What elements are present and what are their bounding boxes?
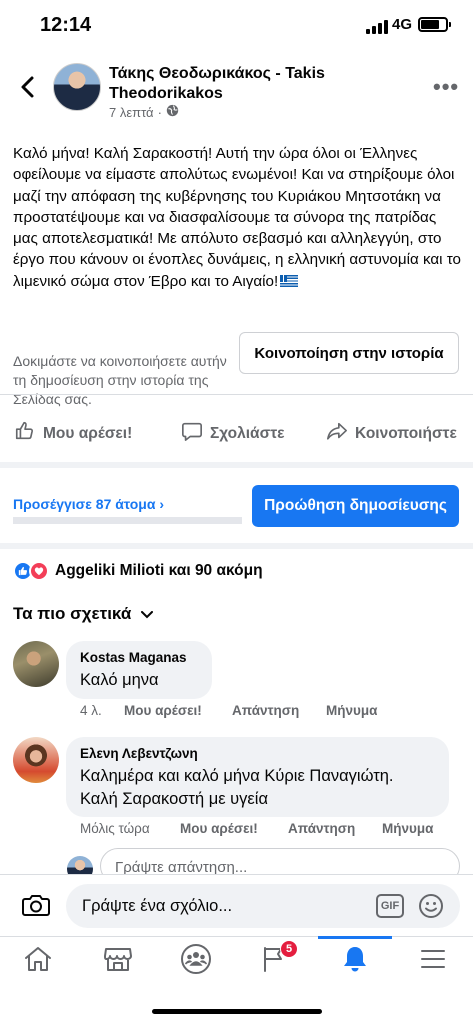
- love-reaction-icon: [29, 561, 49, 581]
- post-actions: Μου αρέσει! Σχολιάστε Κοινοποιήστε: [0, 412, 473, 452]
- comment-text: Καλημέρα και καλό μήνα Κύριε Παναγιώτη. …: [80, 767, 394, 808]
- active-tab-indicator: [318, 936, 392, 939]
- camera-icon[interactable]: [22, 893, 50, 922]
- share-arrow-icon: [326, 420, 348, 447]
- comment-input[interactable]: Γράψτε ένα σχόλιο... GIF: [66, 884, 460, 928]
- commenter-avatar[interactable]: [13, 641, 59, 687]
- like-button[interactable]: Μου αρέσει!: [14, 420, 132, 447]
- reach-link[interactable]: Προσέγγισε 87 άτομα ›: [13, 496, 164, 512]
- home-icon: [23, 945, 53, 978]
- bottom-tab-bar: 5: [0, 936, 473, 986]
- comment-message-link[interactable]: Μήνυμα: [382, 821, 433, 836]
- battery-icon: [418, 17, 451, 32]
- comment-button[interactable]: Σχολιάστε: [181, 420, 284, 447]
- comment-icon: [181, 420, 203, 447]
- comment-time: 4 λ.: [80, 703, 102, 718]
- globe-icon: [166, 104, 179, 120]
- boost-post-button[interactable]: Προώθηση δημοσίευσης: [252, 485, 459, 527]
- tab-notifications[interactable]: [337, 945, 373, 977]
- tab-menu[interactable]: [415, 945, 451, 977]
- marketplace-icon: [103, 945, 133, 978]
- tab-home[interactable]: [20, 945, 56, 977]
- home-indicator: [152, 1009, 322, 1014]
- comment-composer: Γράψτε ένα σχόλιο... GIF: [0, 874, 473, 936]
- greek-flag-icon: [280, 274, 299, 287]
- back-icon[interactable]: [14, 72, 44, 102]
- section-separator: [0, 462, 473, 468]
- comment-like-link[interactable]: Μου αρέσει!: [124, 703, 232, 718]
- comment-reply-link[interactable]: Απάντηση: [288, 821, 382, 836]
- post-author[interactable]: Τάκης Θεοδωρικάκος - Takis Theodorikakos: [109, 64, 429, 104]
- hamburger-menu-icon: [419, 947, 447, 976]
- share-button[interactable]: Κοινοποιήστε: [326, 420, 457, 447]
- comments-filter-dropdown[interactable]: Τα πιο σχετικά: [13, 604, 154, 624]
- thumbs-up-icon: [14, 420, 36, 447]
- comment-reply-link[interactable]: Απάντηση: [232, 703, 326, 718]
- commenter-name[interactable]: Kostas Maganas: [80, 650, 198, 665]
- reactions-summary[interactable]: Aggeliki Milioti και 90 ακόμη: [13, 561, 263, 581]
- notification-badge: 5: [280, 940, 298, 958]
- status-bar: 12:14 4G: [0, 0, 473, 52]
- signal-icon: [366, 20, 388, 34]
- status-time: 12:14: [40, 14, 92, 36]
- groups-icon: [180, 943, 212, 980]
- comment-bubble: Ελενη Λεβεντζωνη Καλημέρα και καλό μήνα …: [66, 737, 449, 817]
- comment-message-link[interactable]: Μήνυμα: [326, 703, 377, 718]
- post-meta: 7 λεπτά ·: [109, 104, 179, 120]
- emoji-icon[interactable]: [418, 893, 444, 924]
- network-type: 4G: [392, 16, 413, 33]
- reactions-text: Aggeliki Milioti και 90 ακόμη: [55, 562, 263, 579]
- comment-time: Μόλις τώρα: [80, 821, 150, 836]
- section-separator: [0, 543, 473, 549]
- gif-icon[interactable]: GIF: [376, 894, 404, 918]
- share-to-story-button[interactable]: Κοινοποίηση στην ιστορία: [239, 332, 459, 374]
- chevron-down-icon: [141, 604, 154, 624]
- tab-marketplace[interactable]: [100, 945, 136, 977]
- tab-groups[interactable]: [178, 943, 214, 980]
- author-avatar[interactable]: [53, 63, 101, 111]
- comment-placeholder: Γράψτε ένα σχόλιο...: [82, 897, 233, 915]
- commenter-name[interactable]: Ελενη Λεβεντζωνη: [80, 746, 435, 761]
- comment-like-link[interactable]: Μου αρέσει!: [180, 821, 288, 836]
- post-text: Καλό μήνα! Καλή Σαρακοστή! Αυτή την ώρα …: [13, 145, 461, 290]
- comment-meta: Μόλις τώρα Μου αρέσει! Απάντηση Μήνυμα: [80, 821, 433, 836]
- divider: [0, 394, 473, 395]
- comment-meta: 4 λ. Μου αρέσει! Απάντηση Μήνυμα: [80, 703, 377, 718]
- bell-icon: [341, 944, 369, 979]
- post-time[interactable]: 7 λεπτά: [109, 105, 154, 120]
- comment-text: Καλό μηνα: [80, 671, 159, 689]
- more-options-icon[interactable]: •••: [433, 74, 459, 100]
- comment-bubble: Kostas Maganas Καλό μηνα: [66, 641, 212, 699]
- commenter-avatar[interactable]: [13, 737, 59, 783]
- reach-progress-bar: [13, 517, 242, 524]
- share-hint: Δοκιμάστε να κοινοποιήσετε αυτήν τη δημο…: [13, 353, 227, 407]
